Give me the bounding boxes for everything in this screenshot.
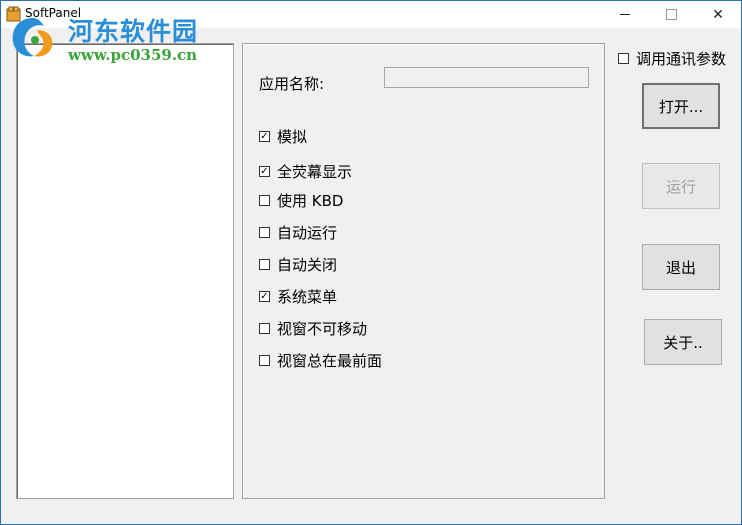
checkbox[interactable]: [259, 130, 270, 142]
checkbox[interactable]: [259, 258, 270, 270]
option-label: 系统菜单: [277, 287, 338, 306]
watermark-logo-icon: [12, 18, 53, 57]
app-list[interactable]: [16, 43, 234, 499]
option-label: 模拟: [277, 127, 308, 146]
checkbox[interactable]: [259, 354, 270, 366]
checkbox[interactable]: [259, 194, 270, 206]
option-always-on-top[interactable]: 视窗总在最前面: [259, 350, 382, 370]
minimize-button[interactable]: [602, 1, 648, 28]
minimize-icon: [620, 14, 630, 15]
checkbox[interactable]: [259, 226, 270, 238]
close-button[interactable]: ✕: [695, 1, 741, 28]
option-auto-run[interactable]: 自动运行: [259, 222, 337, 242]
maximize-icon: [665, 9, 677, 20]
option-label: 使用 KBD: [277, 191, 344, 210]
option-auto-close[interactable]: 自动关闭: [259, 254, 337, 274]
open-button[interactable]: 打开...: [642, 83, 720, 129]
option-label: 全荧幕显示: [277, 162, 353, 181]
close-icon: ✕: [712, 6, 724, 23]
option-fullscreen[interactable]: 全荧幕显示: [259, 161, 352, 181]
option-window-fixed[interactable]: 视窗不可移动: [259, 318, 367, 338]
app-window: SoftPanel ✕ 应用名称: 模拟 全荧幕显示 使用 KBD 自动运行 自…: [0, 0, 742, 525]
watermark-url: www.pc0359.cn: [68, 46, 198, 64]
checkbox[interactable]: [618, 52, 629, 64]
run-button[interactable]: 运行: [642, 163, 720, 209]
comm-params-label: 调用通讯参数: [636, 49, 727, 68]
option-system-menu[interactable]: 系统菜单: [259, 286, 337, 306]
option-label: 视窗不可移动: [277, 319, 368, 338]
app-name-field[interactable]: [384, 67, 589, 88]
option-use-kbd[interactable]: 使用 KBD: [259, 190, 343, 210]
option-label: 自动运行: [277, 223, 338, 242]
option-simulate[interactable]: 模拟: [259, 126, 307, 146]
exit-button[interactable]: 退出: [642, 244, 720, 290]
comm-params-option[interactable]: 调用通讯参数: [618, 48, 726, 68]
checkbox[interactable]: [259, 290, 270, 302]
watermark: 河东软件园 www.pc0359.cn: [0, 10, 240, 74]
checkbox[interactable]: [259, 165, 270, 177]
app-name-label: 应用名称:: [259, 75, 325, 93]
checkbox[interactable]: [259, 322, 270, 334]
about-button[interactable]: 关于..: [644, 319, 722, 365]
option-label: 视窗总在最前面: [277, 351, 383, 370]
maximize-button[interactable]: [648, 1, 694, 28]
watermark-name: 河东软件园: [68, 17, 199, 46]
option-label: 自动关闭: [277, 255, 338, 274]
